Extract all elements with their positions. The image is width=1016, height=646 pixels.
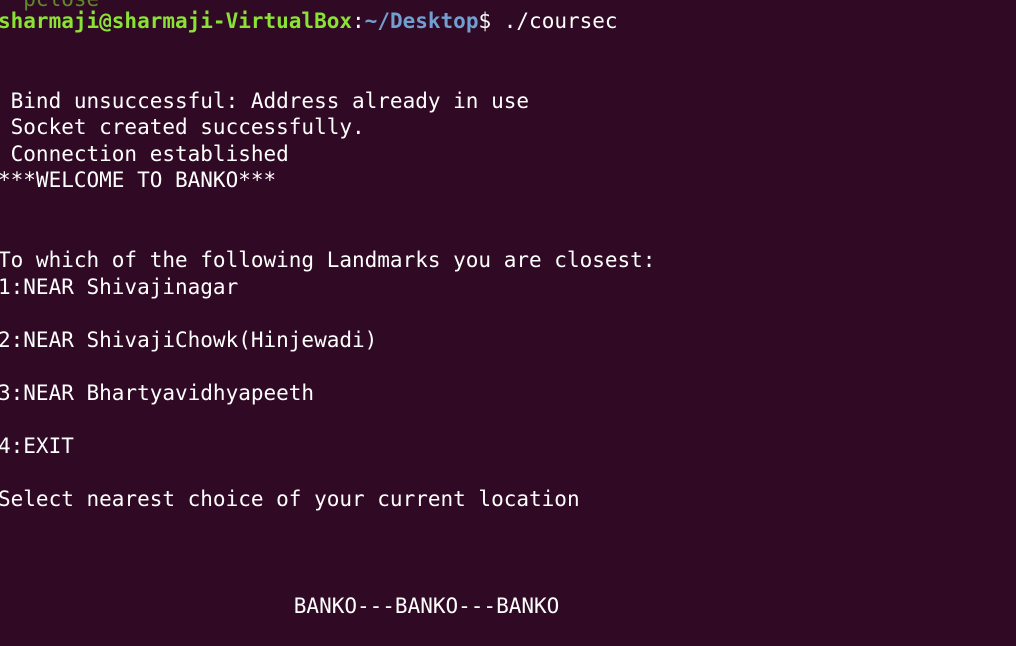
menu-option-2: 2:NEAR ShivajiChowk(Hinjewadi) [0,328,378,352]
prompt-symbol: $ [478,9,504,33]
menu-option-3: 3:NEAR Bhartyavidhyapeeth [0,381,315,405]
shell-prompt-line: sharmaji@sharmaji-VirtualBox:~/Desktop$ … [0,8,618,35]
socket-created-line: Socket created successfully. [0,115,365,139]
prompt-user-host: sharmaji@sharmaji-VirtualBox [0,9,353,33]
command-text: ./coursec [503,9,618,33]
prompt-path: ~/Desktop [364,9,479,33]
landmark-question: To which of the following Landmarks you … [0,248,656,272]
menu-option-4: 4:EXIT [0,434,74,458]
bind-error-line: Bind unsuccessful: Address already in us… [0,89,530,113]
prompt-colon: : [352,9,365,33]
banko-footer: BANKO---BANKO---BANKO [3,594,560,618]
menu-option-1: 1:NEAR Shivajinagar [0,275,239,299]
choice-prompt: Select nearest choice of your current lo… [0,487,580,511]
welcome-banner: ***WELCOME TO BANKO*** [0,168,277,192]
connection-line: Connection established [0,142,289,166]
terminal-window[interactable]: pclose sharmaji@sharmaji-VirtualBox:~/De… [0,0,1016,646]
